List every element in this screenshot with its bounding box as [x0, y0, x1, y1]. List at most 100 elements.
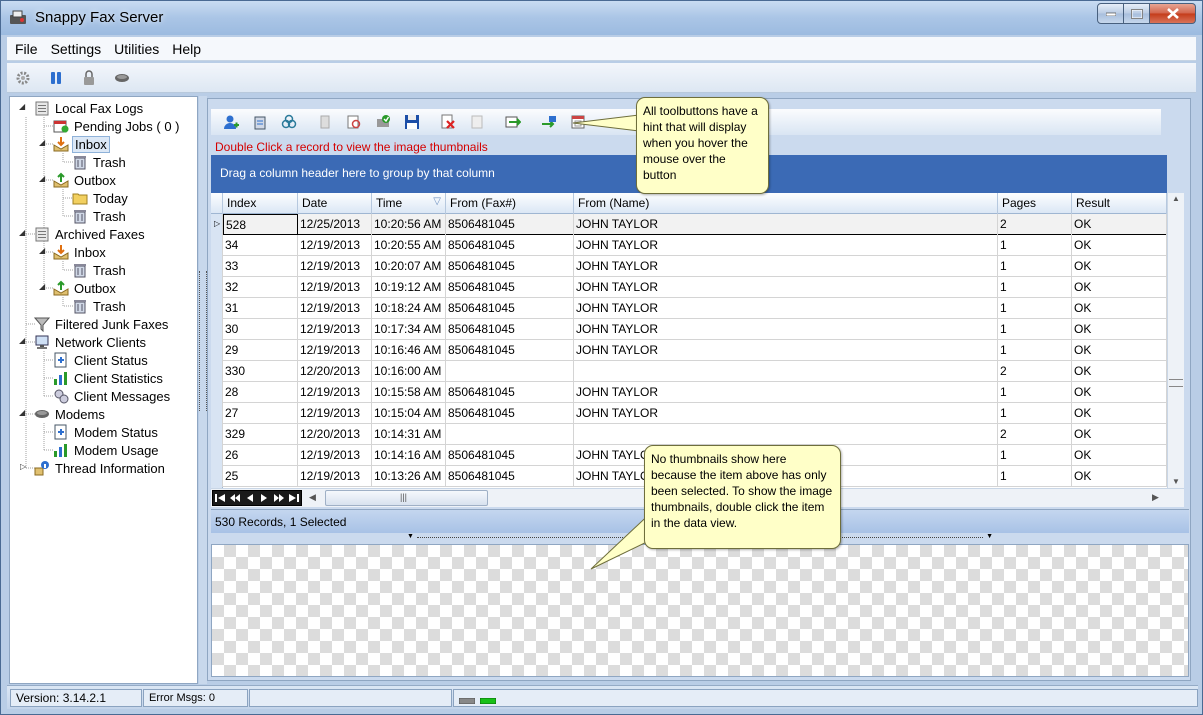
send-icon[interactable] [541, 114, 557, 130]
row-selector[interactable] [211, 445, 223, 466]
table-row[interactable]: 28 12/19/2013 10:15:58 AM 8506481045 JOHN TA… [211, 382, 1167, 403]
tree-item-pending-jobs[interactable]: Pending Jobs ( 0 ) [53, 117, 182, 135]
tree-item-filtered-junk-faxes[interactable]: Filtered Junk Faxes [34, 315, 170, 333]
table-row[interactable]: ▷ 528 12/25/2013 10:20:56 AM 8506481045 JOHN … [211, 214, 1167, 235]
current-row-indicator-icon[interactable]: ▷ [211, 214, 223, 235]
close-button[interactable] [1150, 3, 1196, 24]
column-header-from-fax[interactable]: From (Fax#) [446, 193, 574, 214]
column-header-time[interactable]: Time ▽ [372, 193, 446, 214]
tree-item-archived-inbox[interactable]: Inbox [53, 243, 108, 261]
previous-page-icon[interactable] [229, 491, 240, 505]
blank-disabled-icon[interactable] [469, 114, 485, 130]
column-header-date[interactable]: Date [298, 193, 372, 214]
group-users-icon[interactable] [281, 114, 297, 130]
splitter-arrow-icon[interactable]: ▼ [407, 533, 414, 540]
row-selector[interactable] [211, 319, 223, 340]
tree-item-inbox[interactable]: Inbox [53, 135, 110, 153]
tree-item-modems[interactable]: Modems [34, 405, 107, 423]
scroll-grip[interactable] [1169, 379, 1183, 387]
row-selector[interactable] [211, 361, 223, 382]
tree-expand-outbox[interactable]: ◢ [39, 174, 45, 183]
tree-item-inbox-trash[interactable]: Trash [72, 153, 128, 171]
table-row[interactable]: 30 12/19/2013 10:17:34 AM 8506481045 JOHN TA… [211, 319, 1167, 340]
column-header-result[interactable]: Result [1072, 193, 1167, 214]
table-row[interactable]: 32 12/19/2013 10:19:12 AM 8506481045 JOHN TA… [211, 277, 1167, 298]
tree-expand-modems[interactable]: ◢ [19, 408, 25, 417]
table-row[interactable]: 329 12/20/2013 10:14:31 AM 2 OK [211, 424, 1167, 445]
gear-icon[interactable] [15, 70, 31, 86]
menu-settings[interactable]: Settings [45, 41, 108, 57]
tree-expand-archived-outbox[interactable]: ◢ [39, 282, 45, 291]
forward-disabled-icon[interactable] [317, 114, 333, 130]
tree-expand-inbox[interactable]: ◢ [39, 138, 45, 147]
tree-item-archived-outbox[interactable]: Outbox [53, 279, 118, 297]
export-icon[interactable] [505, 114, 521, 130]
menu-help[interactable]: Help [166, 41, 207, 57]
maximize-button[interactable] [1124, 3, 1150, 24]
filter-funnel-icon[interactable]: ▽ [433, 196, 441, 207]
table-row[interactable]: 33 12/19/2013 10:20:07 AM 8506481045 JOHN TA… [211, 256, 1167, 277]
print-check-icon[interactable] [375, 114, 391, 130]
column-header-from-name[interactable]: From (Name) [574, 193, 998, 214]
tree-expand-local-fax-logs[interactable]: ◢ [19, 102, 25, 111]
scroll-left-arrow-icon[interactable]: ◀ [309, 492, 316, 503]
row-selector[interactable] [211, 424, 223, 445]
splitter-arrow-icon[interactable]: ▼ [986, 533, 993, 540]
column-header-index[interactable]: Index [223, 193, 298, 214]
tree-item-outbox[interactable]: Outbox [53, 171, 118, 189]
row-selector[interactable] [211, 466, 223, 487]
thumbnail-panel[interactable] [211, 544, 1189, 677]
next-page-icon[interactable] [273, 491, 284, 505]
tree-item-client-status[interactable]: Client Status [53, 351, 150, 369]
recycle-icon[interactable] [252, 114, 268, 130]
table-row[interactable]: 27 12/19/2013 10:15:04 AM 8506481045 JOHN TA… [211, 403, 1167, 424]
tree-item-client-messages[interactable]: Client Messages [53, 387, 172, 405]
tree-expand-archived-inbox[interactable]: ◢ [39, 246, 45, 255]
save-icon[interactable] [404, 114, 420, 130]
lock-icon[interactable] [81, 69, 97, 86]
table-row[interactable]: 34 12/19/2013 10:20:55 AM 8506481045 JOHN TA… [211, 235, 1167, 256]
column-header-pages[interactable]: Pages [998, 193, 1072, 214]
row-selector[interactable] [211, 340, 223, 361]
tree-item-network-clients[interactable]: Network Clients [34, 333, 148, 351]
previous-record-icon[interactable] [244, 491, 255, 505]
table-row[interactable]: 330 12/20/2013 10:16:00 AM 2 OK [211, 361, 1167, 382]
pause-icon[interactable] [48, 70, 64, 86]
tree-item-today[interactable]: Today [72, 189, 130, 207]
modem-icon[interactable] [114, 70, 130, 86]
menu-utilities[interactable]: Utilities [108, 41, 165, 57]
title-bar[interactable]: Snappy Fax Server [1, 1, 1202, 35]
tree-item-thread-information[interactable]: Thread Information [34, 459, 167, 477]
tree-item-client-statistics[interactable]: Client Statistics [53, 369, 165, 387]
table-row[interactable]: 29 12/19/2013 10:16:46 AM 8506481045 JOHN TA… [211, 340, 1167, 361]
tree-expand-network-clients[interactable]: ◢ [19, 336, 25, 345]
tree-item-modem-usage[interactable]: Modem Usage [53, 441, 161, 459]
first-record-icon[interactable] [215, 491, 226, 505]
row-selector[interactable] [211, 298, 223, 319]
row-selector[interactable] [211, 256, 223, 277]
print-preview-icon[interactable] [346, 114, 362, 130]
minimize-button[interactable] [1097, 3, 1124, 24]
horizontal-scroll-thumb[interactable]: ||| [325, 490, 488, 506]
row-selector[interactable] [211, 382, 223, 403]
scroll-up-arrow-icon[interactable]: ▲ [1172, 194, 1180, 203]
grid-vertical-scrollbar[interactable]: ▲ ▼ [1167, 193, 1184, 488]
scroll-down-arrow-icon[interactable]: ▼ [1172, 477, 1180, 486]
menu-file[interactable]: File [7, 41, 44, 57]
tree-item-outbox-trash[interactable]: Trash [72, 207, 128, 225]
tree-item-archived-outbox-trash[interactable]: Trash [72, 297, 128, 315]
scroll-right-arrow-icon[interactable]: ▶ [1152, 492, 1159, 503]
add-contact-icon[interactable] [223, 114, 239, 130]
splitter-grip[interactable] [199, 271, 207, 411]
last-record-icon[interactable] [288, 491, 299, 505]
row-selector[interactable] [211, 277, 223, 298]
tree-item-archived-inbox-trash[interactable]: Trash [72, 261, 128, 279]
tree-item-modem-status[interactable]: Modem Status [53, 423, 160, 441]
row-selector[interactable] [211, 403, 223, 424]
tree-expand-archived-faxes[interactable]: ◢ [19, 228, 25, 237]
row-selector[interactable] [211, 235, 223, 256]
tree-item-local-fax-logs[interactable]: Local Fax Logs [34, 99, 145, 117]
next-record-icon[interactable] [259, 491, 270, 505]
table-row[interactable]: 31 12/19/2013 10:18:24 AM 8506481045 JOHN TA… [211, 298, 1167, 319]
tree-expand-thread-information[interactable]: ▷ [20, 462, 26, 471]
